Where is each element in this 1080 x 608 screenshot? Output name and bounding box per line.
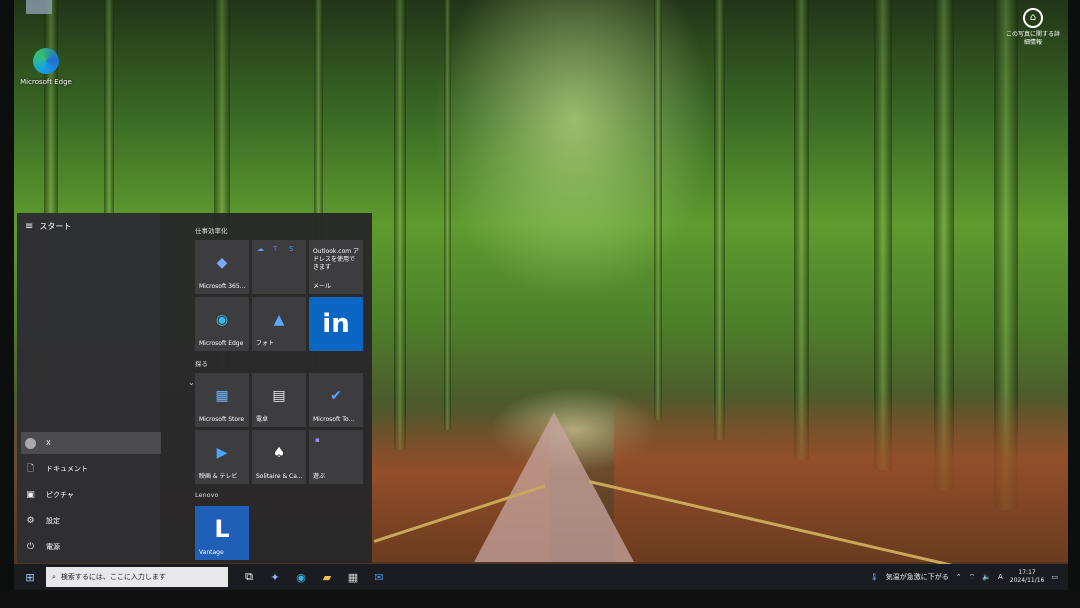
- desktop-icon-label: Microsoft Edge: [20, 78, 72, 86]
- skype-icon: S: [289, 245, 294, 253]
- desktop-icon-edge[interactable]: Microsoft Edge: [18, 48, 74, 86]
- tile-photos[interactable]: ▲ フォト: [252, 297, 306, 351]
- volume-icon[interactable]: 🔈: [982, 573, 991, 581]
- taskbar: ⊞ ⌕ 検索するには、ここに入力します ⧉ ✦ ◉ ▰ ▦ ✉ 🌡 気温が急激に…: [14, 564, 1068, 590]
- tile-label: Vantage: [199, 549, 224, 556]
- weather-text[interactable]: 気温が急激に下がる: [886, 572, 949, 582]
- group-title-lenovo: Lenovo: [195, 491, 219, 499]
- system-tray: 🌡 気温が急激に下がる ⌃ ⌔ 🔈 A 17:17 2024/11/16 ▭: [870, 564, 1068, 590]
- desktop-icon-partial[interactable]: [26, 0, 52, 14]
- play-film-icon: ▶: [216, 444, 228, 461]
- photos-icon: ▲: [273, 311, 285, 328]
- tile-label: Microsoft 365...: [199, 283, 246, 290]
- mail-tile-text: Outlook.com アドレスを使用できます: [313, 248, 359, 271]
- tile-solitaire[interactable]: ♠ Solitaire & Ca...: [252, 430, 306, 484]
- hamburger-icon[interactable]: ≡: [25, 221, 33, 232]
- store-taskbar-icon[interactable]: ▦: [340, 571, 366, 584]
- start-rail: ≡ スタート X 🗋 ドキュメント ▣ ピクチャ ⚙ 設定 ⏻ 電源: [17, 213, 161, 563]
- ime-indicator[interactable]: A: [998, 573, 1003, 581]
- cards-icon: ♠: [272, 444, 286, 461]
- start-title: スタート: [39, 222, 72, 231]
- start-menu: ≡ スタート X 🗋 ドキュメント ▣ ピクチャ ⚙ 設定 ⏻ 電源 ⌄ 仕事効…: [17, 213, 372, 563]
- search-icon: ⌕: [52, 572, 56, 581]
- document-icon: 🗋: [26, 464, 35, 474]
- desktop-screen: Microsoft Edge ⌂ この写真に関する詳 細情報 ≡ スタート X …: [14, 0, 1068, 590]
- search-box[interactable]: ⌕ 検索するには、ここに入力します: [46, 567, 228, 587]
- rail-pictures[interactable]: ▣ ピクチャ: [25, 484, 157, 506]
- tile-movies-tv[interactable]: ▶ 映画 & テレビ: [195, 430, 249, 484]
- notification-center-icon[interactable]: ▭: [1051, 573, 1058, 581]
- rail-pictures-label: ピクチャ: [46, 491, 74, 499]
- vantage-l-icon: L: [214, 514, 230, 543]
- tile-calculator[interactable]: ▤ 電卓: [252, 373, 306, 427]
- edge-taskbar-icon[interactable]: ◉: [288, 571, 314, 584]
- power-icon: ⏻: [26, 542, 35, 552]
- store-bag-icon: ▦: [215, 387, 229, 404]
- learn-about-picture-label-2: 細情報: [1023, 39, 1042, 46]
- tile-label: Microsoft Store: [199, 416, 245, 423]
- weather-icon[interactable]: 🌡: [870, 573, 879, 581]
- edge-icon: ◉: [215, 311, 229, 328]
- rail-power-label: 電源: [46, 543, 60, 551]
- teams-icon: T: [273, 245, 278, 253]
- gear-icon: ⚙: [26, 516, 35, 526]
- camera-info-icon: ⌂: [1023, 8, 1043, 28]
- tile-label: 映画 & テレビ: [199, 473, 238, 480]
- picture-icon: ▣: [26, 490, 35, 500]
- tile-label: メール: [313, 283, 332, 290]
- start-header[interactable]: ≡ スタート: [25, 221, 71, 232]
- tile-microsoft-todo[interactable]: ✔ Microsoft To...: [309, 373, 363, 427]
- tile-linkedin[interactable]: in: [309, 297, 363, 351]
- windows-start-button[interactable]: ⊞: [14, 571, 46, 584]
- tile-microsoft-edge[interactable]: ◉ Microsoft Edge: [195, 297, 249, 351]
- rail-power[interactable]: ⏻ 電源: [25, 536, 157, 558]
- clock-date: 2024/11/16: [1009, 577, 1045, 584]
- clock[interactable]: 17:17 2024/11/16: [1010, 569, 1045, 585]
- tile-mail[interactable]: Outlook.com アドレスを使用できます メール: [309, 240, 363, 294]
- onedrive-icon: ☁: [257, 245, 264, 253]
- linkedin-icon: in: [322, 309, 350, 339]
- rail-user[interactable]: X: [21, 432, 161, 454]
- tile-label: Microsoft Edge: [199, 340, 244, 347]
- rail-settings[interactable]: ⚙ 設定: [25, 510, 157, 532]
- group-title-explore: 探る: [195, 360, 208, 368]
- tile-label: フォト: [256, 340, 275, 347]
- learn-about-picture-button[interactable]: ⌂ この写真に関する詳 細情報: [1004, 8, 1062, 47]
- tile-label: Solitaire & Ca...: [256, 473, 303, 480]
- learn-about-picture-label-1: この写真に関する詳: [1005, 31, 1060, 38]
- tile-label: 電卓: [256, 416, 269, 423]
- checkmark-icon: ✔: [330, 387, 342, 404]
- tile-label: 遊ぶ: [313, 473, 326, 480]
- show-hidden-icons-chevron-icon[interactable]: ⌃: [956, 573, 962, 581]
- rail-documents[interactable]: 🗋 ドキュメント: [25, 458, 157, 480]
- calculator-icon: ▤: [272, 387, 286, 404]
- chevron-down-icon[interactable]: ⌄: [188, 378, 195, 387]
- tile-office-apps-folder[interactable]: ☁ T S: [252, 240, 306, 294]
- network-icon[interactable]: ⌔: [969, 573, 976, 582]
- tile-microsoft-365[interactable]: ◆ Microsoft 365...: [195, 240, 249, 294]
- tile-label: Microsoft To...: [313, 416, 355, 423]
- tile-play-folder[interactable]: ▪ 遊ぶ: [309, 430, 363, 484]
- task-view-icon[interactable]: ⧉: [236, 570, 262, 584]
- clock-time: 17:17: [1018, 569, 1036, 576]
- game-icon: ▪: [315, 436, 320, 444]
- tile-lenovo-vantage[interactable]: L Vantage: [195, 506, 249, 560]
- monitor-bezel: [0, 590, 1080, 608]
- search-placeholder: 検索するには、ここに入力します: [60, 573, 166, 581]
- copilot-icon[interactable]: ✦: [262, 571, 288, 584]
- rail-settings-label: 設定: [46, 517, 60, 525]
- tile-microsoft-store[interactable]: ▦ Microsoft Store: [195, 373, 249, 427]
- group-title-productivity: 仕事効率化: [195, 227, 228, 235]
- rail-documents-label: ドキュメント: [46, 465, 88, 473]
- rail-user-label: X: [46, 439, 51, 447]
- mail-taskbar-icon[interactable]: ✉: [366, 571, 392, 584]
- file-explorer-icon[interactable]: ▰: [314, 571, 340, 584]
- edge-icon: [33, 48, 59, 74]
- user-avatar-icon: [25, 437, 36, 449]
- microsoft-365-icon: ◆: [216, 254, 228, 271]
